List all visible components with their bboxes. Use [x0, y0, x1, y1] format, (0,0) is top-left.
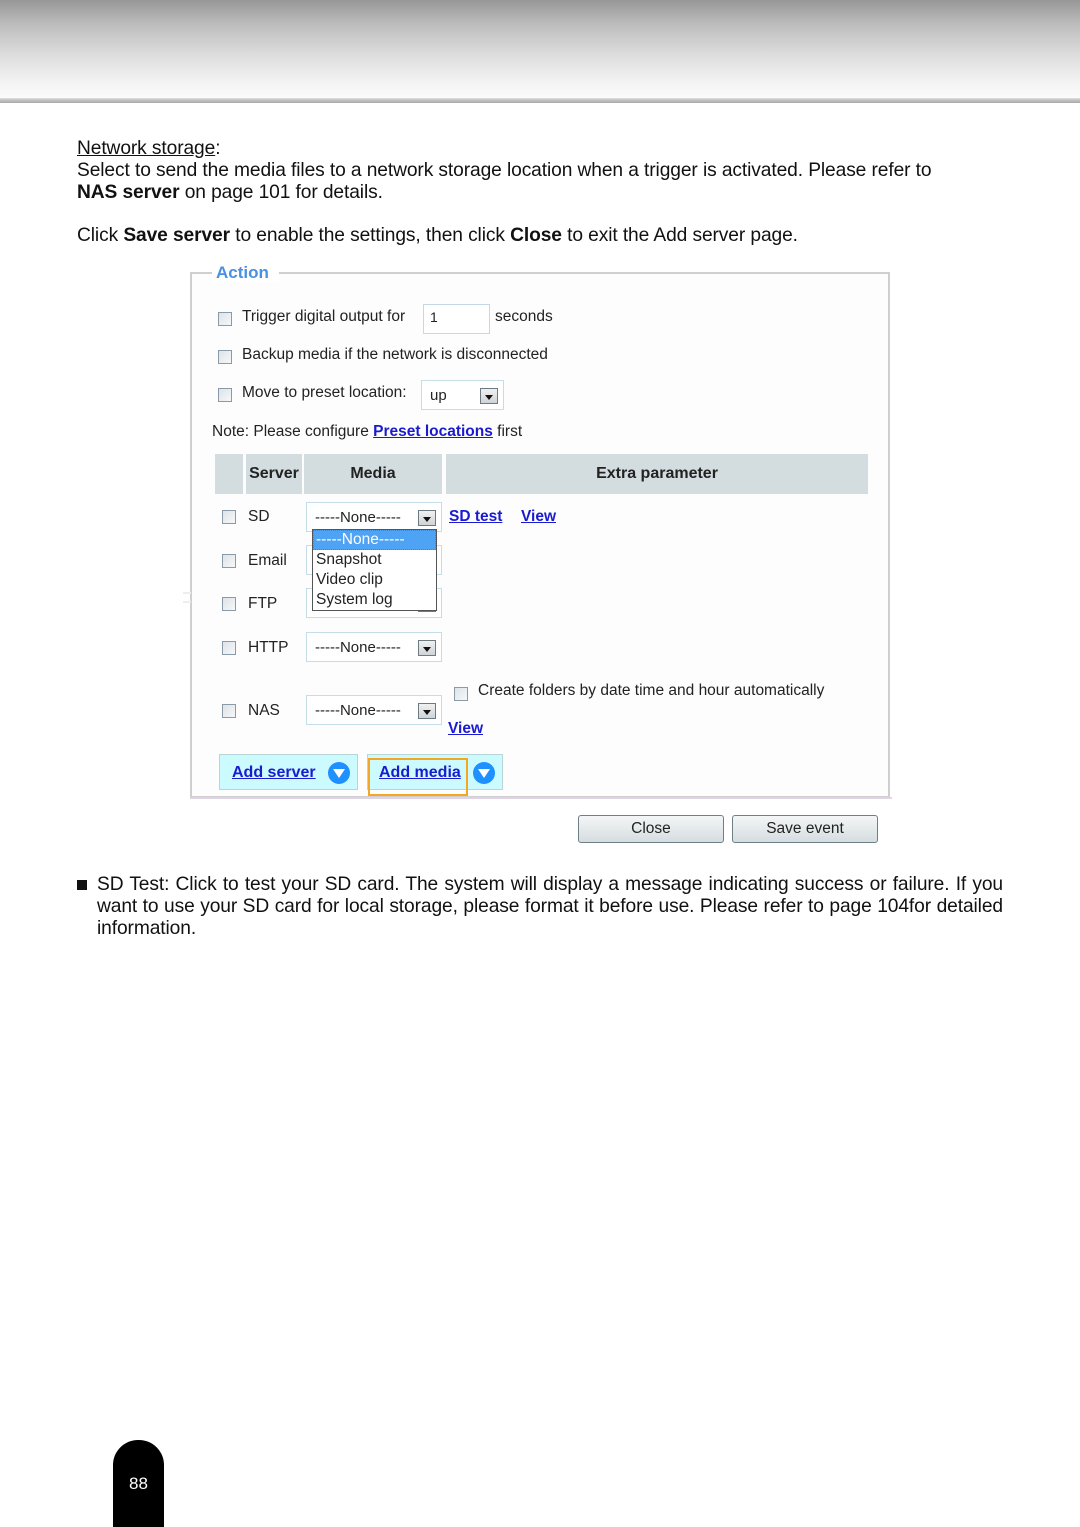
intro-line: Select to send the media files to a netw…: [77, 160, 932, 181]
page-number-tab: 88: [113, 1440, 164, 1527]
seconds-label: seconds: [495, 308, 553, 325]
media-select-http[interactable]: -----None-----: [306, 632, 442, 662]
click-instruction: Click Save server to enable the settings…: [77, 225, 798, 246]
table-header-server: Server: [246, 454, 302, 494]
backup-media-checkbox[interactable]: [218, 350, 232, 364]
section-heading: Network storage: [77, 138, 216, 159]
square-bullet-icon: [77, 880, 87, 890]
server-http-checkbox[interactable]: [222, 641, 236, 655]
dropdown-option[interactable]: Snapshot: [313, 550, 436, 570]
server-ftp-checkbox[interactable]: [222, 597, 236, 611]
dropdown-option[interactable]: System log: [313, 590, 436, 610]
trigger-output-label: Trigger digital output for: [242, 308, 406, 325]
add-media-focus-highlight: [368, 758, 468, 796]
server-email-checkbox[interactable]: [222, 554, 236, 568]
chevron-down-icon: [418, 640, 436, 656]
sd-test-note: SD Test: Click to test your SD card. The…: [77, 874, 1003, 940]
preset-note: Note: Please configure Preset locations …: [212, 423, 523, 440]
backup-media-label: Backup media if the network is disconnec…: [242, 346, 548, 363]
action-panel: Action Trigger digital output for 1 seco…: [190, 263, 890, 798]
table-header-media: Media: [304, 454, 442, 494]
save-event-button[interactable]: Save event: [732, 815, 878, 843]
preset-location-select[interactable]: up: [421, 380, 504, 410]
nas-server-ref: NAS server: [77, 182, 180, 203]
media-dropdown-list[interactable]: -----None----- Snapshot Video clip Syste…: [312, 529, 437, 611]
action-legend: Action: [212, 263, 279, 283]
server-name: Email: [248, 552, 287, 569]
server-nas-checkbox[interactable]: [222, 704, 236, 718]
server-sd-checkbox[interactable]: [222, 510, 236, 524]
close-button[interactable]: Close: [578, 815, 724, 843]
trigger-output-checkbox[interactable]: [218, 312, 232, 326]
sd-test-link[interactable]: SD test: [449, 508, 502, 526]
nas-view-link[interactable]: View: [448, 720, 483, 738]
media-select-nas[interactable]: -----None-----: [306, 695, 442, 725]
media-select-sd[interactable]: -----None-----: [306, 502, 442, 532]
sd-view-link[interactable]: View: [521, 508, 556, 526]
margin-mark: [183, 592, 191, 594]
server-name: FTP: [248, 595, 278, 612]
server-name: SD: [248, 508, 270, 525]
section-intro: Network storage: Select to send the medi…: [77, 138, 932, 203]
server-name: HTTP: [248, 639, 289, 656]
trigger-seconds-input[interactable]: 1: [423, 304, 490, 334]
dropdown-option[interactable]: Video clip: [313, 570, 436, 590]
page-number: 88: [129, 1473, 148, 1493]
expand-down-icon: [473, 762, 495, 784]
margin-mark: [183, 601, 191, 603]
table-header-extra: Extra parameter: [446, 454, 868, 494]
panel-bottom-border: [190, 797, 892, 799]
page-header-band: [0, 0, 1080, 98]
table-header-select: [215, 454, 243, 494]
preset-locations-link[interactable]: Preset locations: [373, 423, 493, 440]
expand-down-icon: [328, 762, 350, 784]
add-server-button[interactable]: Add server: [219, 754, 358, 790]
chevron-down-icon: [418, 510, 436, 526]
chevron-down-icon: [418, 703, 436, 719]
create-folders-checkbox[interactable]: [454, 687, 468, 701]
create-folders-label: Create folders by date time and hour aut…: [478, 682, 825, 699]
preset-location-label: Move to preset location:: [242, 384, 407, 401]
header-rule: [0, 98, 1080, 103]
server-name: NAS: [248, 702, 280, 719]
chevron-down-icon: [480, 388, 498, 404]
dropdown-option[interactable]: -----None-----: [313, 530, 436, 550]
preset-location-checkbox[interactable]: [218, 388, 232, 402]
